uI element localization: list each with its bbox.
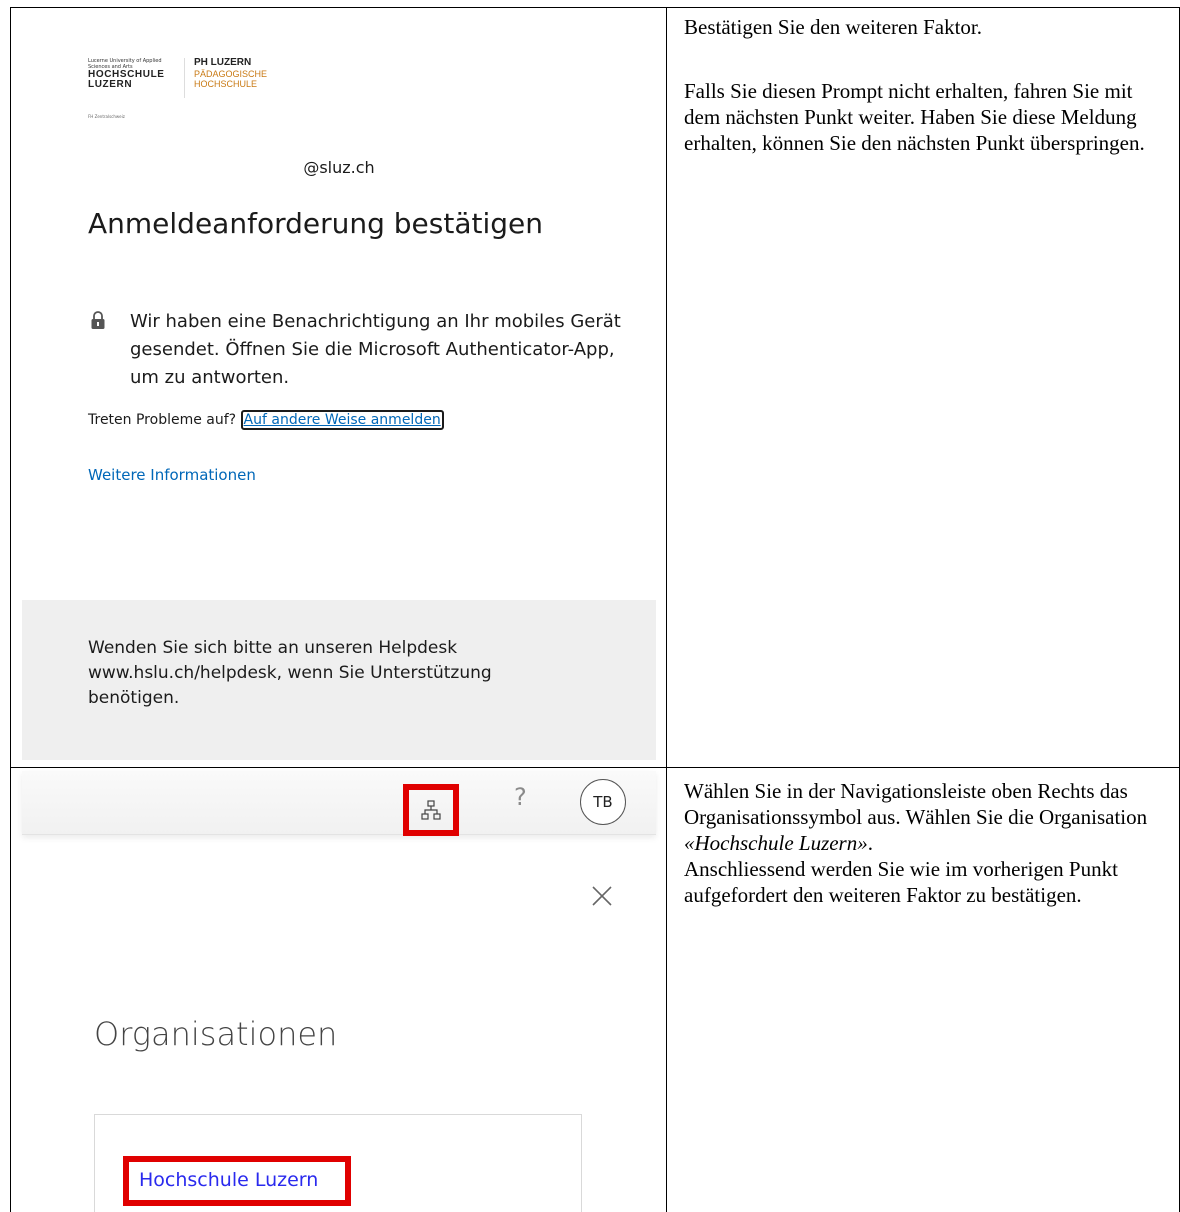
helpdesk-text: Wenden Sie sich bitte an unseren Helpdes… bbox=[88, 638, 492, 708]
helpdesk-panel: Wenden Sie sich bitte an unseren Helpdes… bbox=[22, 600, 656, 760]
account-email: @sluz.ch bbox=[303, 158, 375, 177]
signin-screenshot: Lucerne University of Applied Sciences a… bbox=[22, 10, 656, 760]
step1-title: Bestätigen Sie den weiteren Faktor. bbox=[684, 15, 983, 39]
instruction-table: Lucerne University of Applied Sciences a… bbox=[0, 0, 1180, 1212]
organisation-card: Hochschule Luzern bbox=[94, 1114, 582, 1212]
table-border-middle bbox=[666, 7, 667, 1212]
organization-icon bbox=[421, 800, 441, 820]
help-icon[interactable]: ? bbox=[514, 783, 527, 811]
trouble-prefix: Treten Probleme auf? bbox=[88, 412, 237, 428]
logo-hslu-name: HOCHSCHULE LUZERN bbox=[88, 69, 165, 90]
logo-ph-name: PH LUZERN bbox=[194, 57, 252, 68]
institution-logo: Lucerne University of Applied Sciences a… bbox=[88, 58, 328, 128]
more-info-link[interactable]: Weitere Informationen bbox=[88, 466, 256, 484]
organisations-screenshot: ? TB Organisationen Hochschule Luzern bbox=[22, 771, 656, 1212]
step2-description: Wählen Sie in der Navigationsleiste oben… bbox=[684, 779, 1148, 907]
trouble-line: Treten Probleme auf? Auf andere Weise an… bbox=[88, 410, 444, 430]
organization-button[interactable] bbox=[403, 784, 459, 836]
close-icon[interactable] bbox=[590, 884, 614, 908]
organisation-link-hslu[interactable]: Hochschule Luzern bbox=[139, 1169, 318, 1191]
organisation-name-emphasis: «Hochschule Luzern» bbox=[684, 831, 868, 855]
page-title: Anmeldeanforderung bestätigen bbox=[88, 207, 543, 240]
table-border-left bbox=[10, 7, 11, 1212]
logo-ph-sub: PÄDAGOGISCHE HOCHSCHULE bbox=[194, 69, 268, 89]
avatar[interactable]: TB bbox=[580, 779, 626, 825]
organisation-highlight: Hochschule Luzern bbox=[123, 1156, 351, 1206]
organisations-heading: Organisationen bbox=[94, 1015, 338, 1053]
lock-icon bbox=[90, 310, 106, 330]
logo-divider bbox=[184, 58, 185, 98]
table-row-divider bbox=[10, 767, 1180, 768]
step1-description: Falls Sie diesen Prompt nicht erhalten, … bbox=[684, 79, 1145, 155]
table-border-top bbox=[10, 7, 1180, 8]
top-navigation-bar: ? TB bbox=[22, 771, 656, 836]
notification-message: Wir haben eine Benachrichtigung an Ihr m… bbox=[130, 311, 621, 388]
logo-hslu-sub: FH Zentralschweiz bbox=[88, 114, 125, 119]
alternate-signin-link[interactable]: Auf andere Weise anmelden bbox=[240, 410, 444, 430]
